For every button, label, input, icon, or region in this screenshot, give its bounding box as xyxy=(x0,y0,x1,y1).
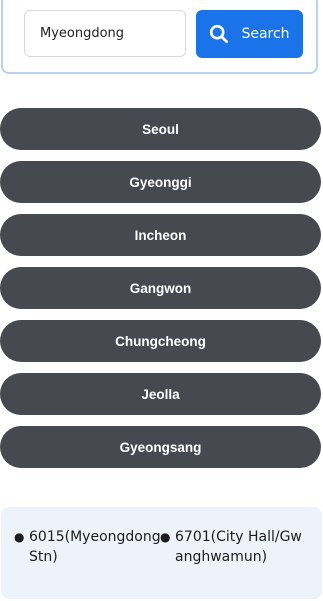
region-button-gyeongsang[interactable]: Gyeongsang xyxy=(0,426,321,468)
region-button-jeolla[interactable]: Jeolla xyxy=(0,373,321,415)
station-results-panel: ● 6015(Myeongdong Stn) ● 6701(City Hall/… xyxy=(1,507,322,599)
region-button-incheon[interactable]: Incheon xyxy=(0,214,321,256)
search-button[interactable]: Search xyxy=(196,10,303,58)
region-button-gangwon[interactable]: Gangwon xyxy=(0,267,321,309)
station-item[interactable]: ● 6701(City Hall/Gwanghwamun) xyxy=(160,527,309,567)
region-button-gyeonggi[interactable]: Gyeonggi xyxy=(0,161,321,203)
search-input[interactable] xyxy=(24,10,186,57)
bullet-icon: ● xyxy=(160,530,171,544)
station-item[interactable]: ● 6015(Myeongdong Stn) xyxy=(14,527,161,567)
station-label: 6015(Myeongdong Stn) xyxy=(29,529,161,565)
region-button-seoul[interactable]: Seoul xyxy=(0,108,321,150)
region-button-chungcheong[interactable]: Chungcheong xyxy=(0,320,321,362)
station-label: 6701(City Hall/Gwanghwamun) xyxy=(175,529,302,565)
search-button-label: Search xyxy=(241,26,290,42)
search-icon xyxy=(209,24,229,44)
search-card: Search xyxy=(1,0,318,74)
region-list: Seoul Gyeonggi Incheon Gangwon Chungcheo… xyxy=(0,108,323,479)
bullet-icon: ● xyxy=(14,530,25,544)
